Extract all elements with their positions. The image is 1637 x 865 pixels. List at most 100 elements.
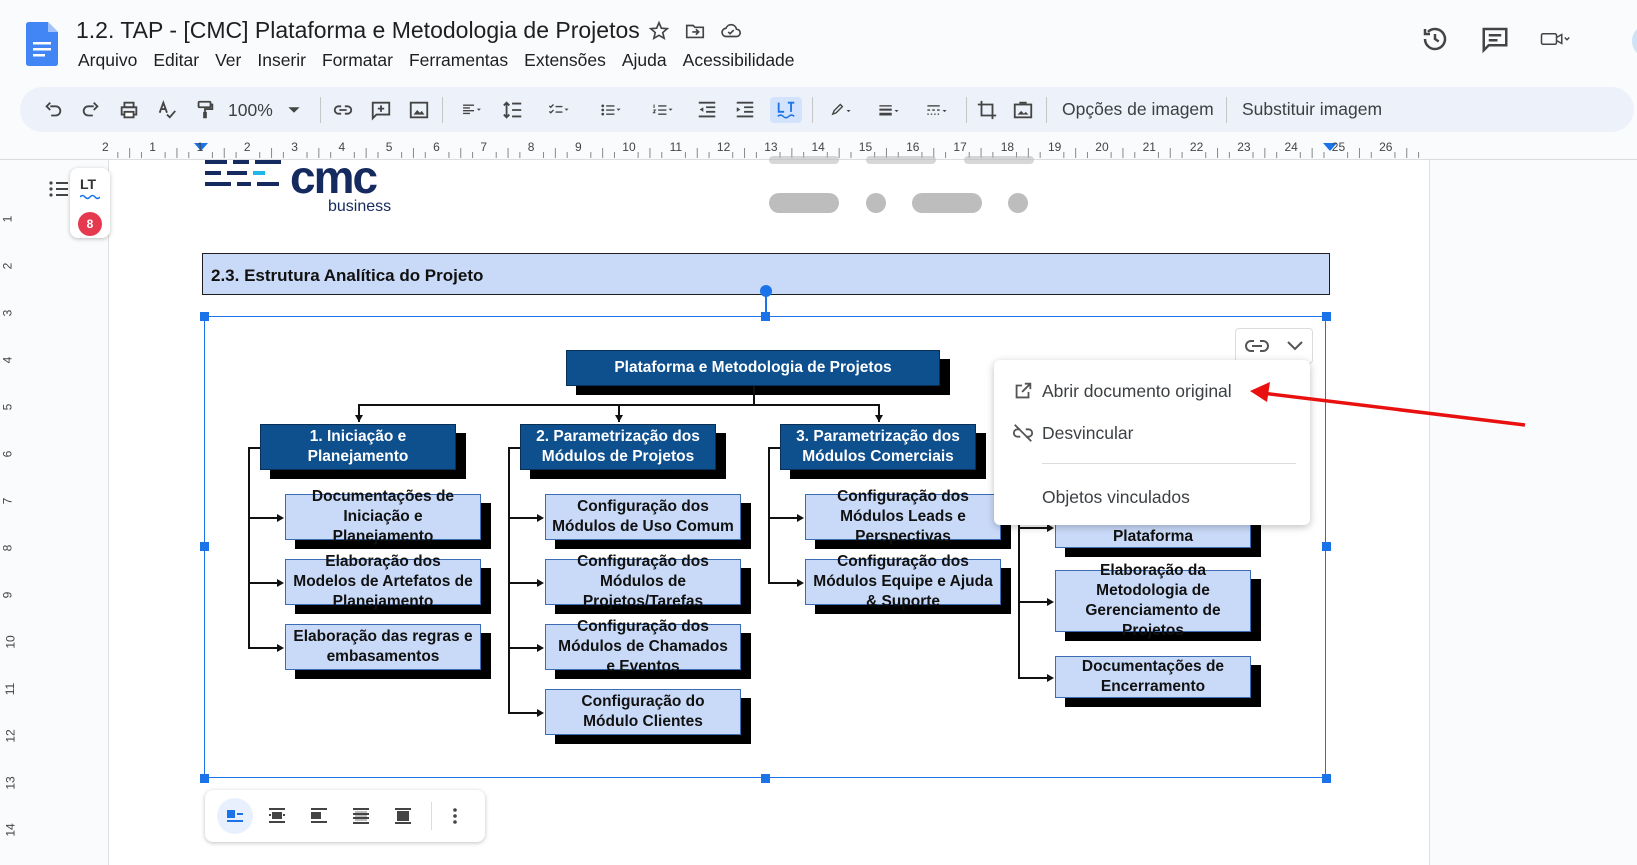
wave-icon [80,194,100,200]
ruler-label: 10 [622,140,636,154]
move-folder-icon[interactable] [684,20,706,42]
issues-count-badge[interactable]: 8 [78,212,102,236]
reset-image-button[interactable] [1010,97,1036,123]
decrease-indent-icon [698,101,716,118]
resize-handle-e[interactable] [1322,542,1331,551]
resize-handle-s[interactable] [761,774,770,783]
ruler-label: 11 [669,140,683,154]
pencil-icon [831,103,851,116]
spellcheck-button[interactable] [154,97,180,123]
menu-formatar[interactable]: Formatar [314,50,401,71]
avatar[interactable] [1632,24,1637,58]
ruler-label: 6 [433,140,440,154]
insert-image-button[interactable] [406,97,432,123]
menu-ver[interactable]: Ver [207,50,249,71]
front-of-text-button[interactable] [389,802,417,830]
in-front-of-text-icon [395,808,411,824]
menu-item-linked-objects[interactable]: Objetos vinculados [1042,487,1190,508]
bullet-list-button[interactable] [590,97,632,123]
loading-placeholder [866,193,886,213]
google-docs-window: 1.2. TAP - [CMC] Plataforma e Metodologi… [0,0,1637,865]
image-layout-toolbar [205,790,485,842]
behind-text-button[interactable] [347,802,375,830]
loading-placeholder [769,193,839,213]
wrap-inline-icon [227,810,243,822]
outline-icon[interactable] [48,178,70,200]
wrap-text-button[interactable] [263,802,291,830]
loading-placeholder [769,156,839,164]
history-icon[interactable] [1420,24,1450,54]
ruler-label: 2 [243,140,251,154]
resize-handle-n[interactable] [761,312,770,321]
comments-icon[interactable] [1480,24,1510,54]
cloud-saved-icon[interactable] [720,20,742,42]
increase-indent-icon [736,101,754,118]
menu-acessibilidade[interactable]: Acessibilidade [675,50,803,71]
meet-icon[interactable] [1540,24,1570,54]
resize-handle-se[interactable] [1322,774,1331,783]
align-button[interactable] [452,97,492,123]
break-text-button[interactable] [305,802,333,830]
star-icon[interactable] [648,20,670,42]
languagetool-panel[interactable]: LT 8 [70,168,110,238]
menu-extensoes[interactable]: Extensões [516,50,614,71]
docs-logo-icon[interactable] [26,22,58,66]
ruler-label: 11 [3,682,18,696]
checklist-button[interactable] [538,97,580,123]
section-heading: 2.3. Estrutura Analítica do Projeto [211,266,484,285]
menu-editar[interactable]: Editar [145,50,207,71]
insert-link-button[interactable] [330,97,356,123]
menu-item-open-original[interactable]: Abrir documento original [1042,381,1232,402]
print-button[interactable] [116,97,142,123]
divider [320,97,321,123]
replace-image-button[interactable]: Substituir imagem [1242,99,1382,120]
undo-button[interactable] [40,97,66,123]
divider [1046,97,1047,123]
resize-handle-sw[interactable] [200,774,209,783]
ruler-label: 7 [480,140,488,154]
linked-object-menu: Abrir documento original Desvincular Obj… [994,360,1310,525]
menu-inserir[interactable]: Inserir [249,50,314,71]
unlink-icon [1012,424,1034,442]
paint-format-button[interactable] [192,97,218,123]
menu-ferramentas[interactable]: Ferramentas [401,50,516,71]
document-title[interactable]: 1.2. TAP - [CMC] Plataforma e Metodologi… [76,17,640,44]
link-icon [333,105,353,115]
menu-arquivo[interactable]: Arquivo [70,50,145,71]
redo-button[interactable] [78,97,104,123]
chevron-down-icon[interactable] [1286,340,1304,352]
inline-button[interactable] [217,798,253,834]
cmc-logo-icon [205,160,281,186]
crop-icon [977,100,997,120]
resize-handle-ne[interactable] [1322,312,1331,321]
ruler-label: 18 [1000,140,1015,154]
crop-button[interactable] [974,97,1000,123]
border-color-button[interactable] [820,97,862,123]
resize-handle-nw[interactable] [200,312,209,321]
more-options-button[interactable] [441,802,469,830]
ruler-label: 14 [811,140,825,154]
languagetool-button[interactable] [770,97,802,123]
ruler-label: 5 [0,403,15,411]
add-comment-button[interactable] [368,97,394,123]
ruler-label: 14 [3,823,18,837]
image-options-button[interactable]: Opções de imagem [1062,99,1214,120]
loading-placeholder [866,156,936,164]
zoom-select[interactable]: 100% [228,97,310,123]
rotation-handle[interactable] [760,285,772,297]
line-spacing-button[interactable] [500,97,526,123]
decrease-indent-button[interactable] [694,97,720,123]
reset-image-icon [1013,101,1033,119]
border-dash-button[interactable] [916,97,958,123]
divider [431,802,432,830]
add-comment-icon [371,101,391,121]
ruler-label: 26 [1379,140,1393,154]
menu-ajuda[interactable]: Ajuda [614,50,675,71]
menu-item-unlink[interactable]: Desvincular [1042,423,1133,444]
linked-object-chip[interactable] [1235,328,1313,364]
border-weight-button[interactable] [868,97,910,123]
increase-indent-button[interactable] [732,97,758,123]
vertical-ruler[interactable]: 1 2 3 4 5 6 7 8 9 10 11 12 13 14 [0,160,22,865]
numbered-list-button[interactable] [642,97,684,123]
resize-handle-w[interactable] [200,542,209,551]
